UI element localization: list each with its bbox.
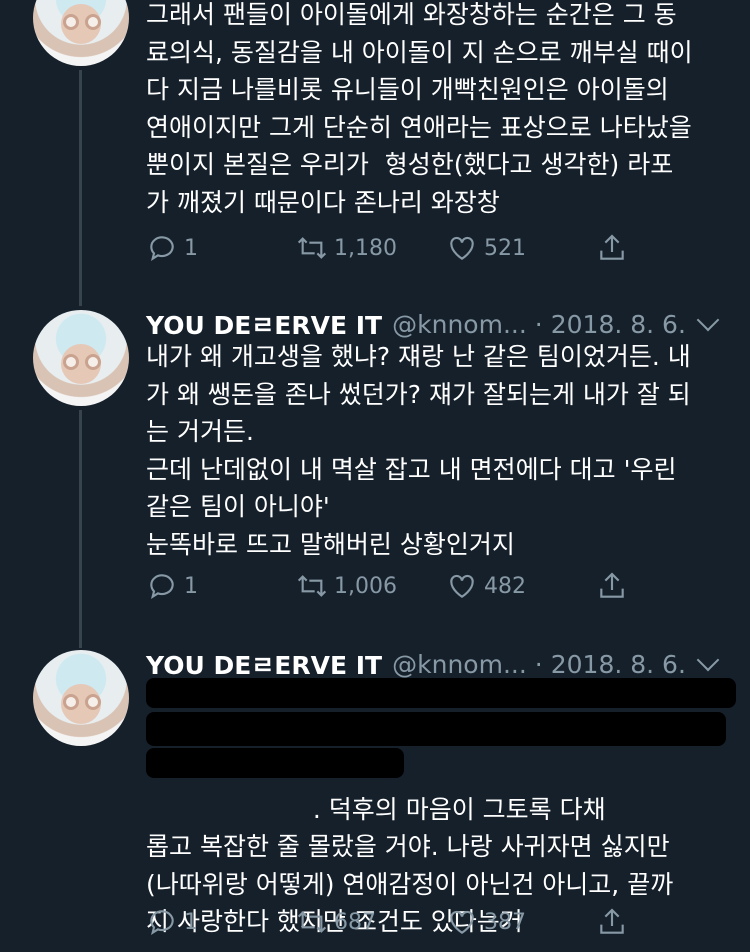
like-count: 521 (484, 235, 526, 261)
tweet-date[interactable]: 2018. 8. 6. (551, 650, 686, 679)
retweet-icon (297, 911, 327, 933)
share-button[interactable] (596, 566, 634, 606)
share-button[interactable] (596, 902, 634, 942)
tweet-text: 내가 왜 개고생을 했냐? 쟤랑 난 같은 팀이었거든. 내 가 왜 쌩돈을 존… (146, 342, 691, 559)
reply-count: 1 (184, 909, 198, 935)
avatar[interactable] (33, 650, 129, 746)
reply-icon (150, 910, 174, 935)
retweet-button[interactable]: 1,180 (296, 228, 397, 268)
display-name[interactable]: YOU DEㄹERVE IT (146, 646, 382, 682)
reply-button[interactable]: 1 (146, 566, 198, 606)
avatar[interactable] (33, 0, 129, 66)
heart-icon (450, 236, 474, 260)
separator-dot: · (534, 309, 543, 339)
redaction-mark (146, 748, 404, 778)
tweet-header: YOU DEㄹERVE IT @knnom... · 2018. 8. 6. (146, 646, 686, 682)
tweet-1[interactable]: 그래서 팬들이 아이돌에게 와장창하는 순간은 그 동 료의식, 동질감을 내 … (0, 0, 750, 290)
like-count: 482 (484, 573, 526, 599)
tweet-actions: 1 1,180 521 (146, 228, 746, 268)
user-handle[interactable]: @knnom... (392, 650, 527, 679)
like-button[interactable]: 482 (446, 566, 526, 606)
like-button[interactable]: 521 (446, 228, 526, 268)
like-button[interactable]: 387 (446, 902, 526, 942)
tweet-3[interactable]: YOU DEㄹERVE IT @knnom... · 2018. 8. 6. .… (0, 640, 750, 952)
share-button[interactable] (596, 228, 634, 268)
share-icon (600, 234, 624, 260)
display-name[interactable]: YOU DEㄹERVE IT (146, 306, 382, 342)
like-count: 387 (484, 909, 526, 935)
heart-icon (450, 910, 474, 934)
tweet-date[interactable]: 2018. 8. 6. (551, 310, 686, 339)
tweet-2[interactable]: YOU DEㄹERVE IT @knnom... · 2018. 8. 6. 내… (0, 300, 750, 630)
retweet-button[interactable]: 687 (296, 902, 376, 942)
reply-icon (150, 236, 174, 261)
retweet-count: 1,180 (334, 235, 397, 261)
tweet-text: 그래서 팬들이 아이돌에게 와장창하는 순간은 그 동 료의식, 동질감을 내 … (146, 0, 693, 217)
redaction-mark (146, 678, 736, 708)
reply-button[interactable]: 1 (146, 902, 198, 942)
tweet-actions: 1 687 387 (146, 902, 746, 942)
heart-icon (450, 574, 474, 598)
retweet-count: 1,006 (334, 573, 397, 599)
reply-button[interactable]: 1 (146, 228, 198, 268)
chevron-down-icon[interactable] (696, 648, 720, 672)
reply-icon (150, 574, 174, 599)
separator-dot: · (534, 649, 543, 679)
retweet-icon (297, 237, 327, 259)
share-icon (600, 908, 624, 934)
retweet-icon (297, 575, 327, 597)
tweet-header: YOU DEㄹERVE IT @knnom... · 2018. 8. 6. (146, 306, 686, 342)
retweet-button[interactable]: 1,006 (296, 566, 397, 606)
reply-count: 1 (184, 573, 198, 599)
avatar[interactable] (33, 310, 129, 406)
share-icon (600, 572, 624, 598)
reply-count: 1 (184, 235, 198, 261)
user-handle[interactable]: @knnom... (392, 310, 527, 339)
retweet-count: 687 (334, 909, 376, 935)
chevron-down-icon[interactable] (696, 308, 720, 332)
tweet-actions: 1 1,006 482 (146, 566, 746, 606)
redaction-mark (146, 712, 726, 746)
